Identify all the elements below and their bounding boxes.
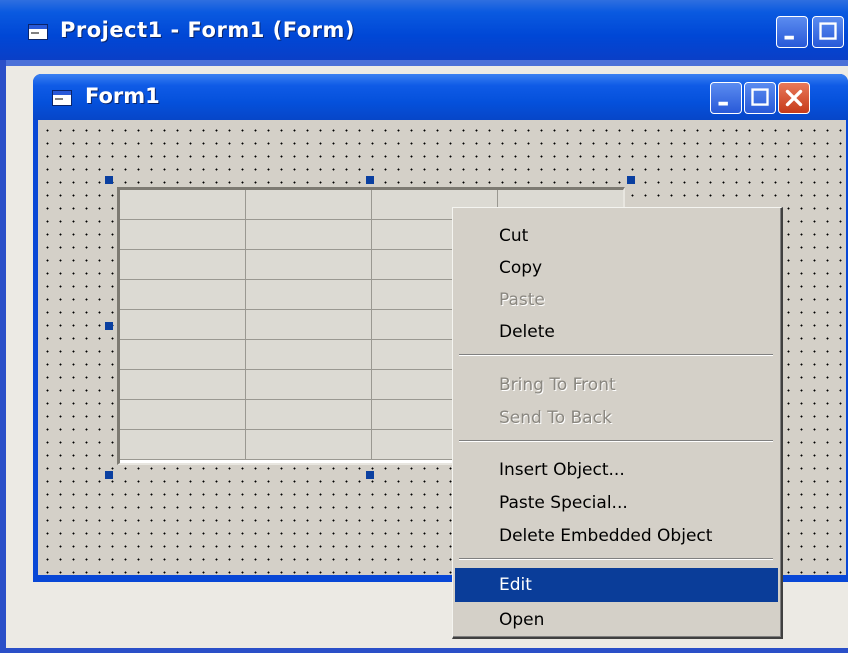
menu-item-send-to-back[interactable]: Send To Back bbox=[455, 401, 778, 435]
grid-cell[interactable] bbox=[245, 309, 372, 340]
grid-cell[interactable] bbox=[120, 429, 246, 460]
selection-handle[interactable] bbox=[105, 322, 113, 330]
menu-item-paste[interactable]: Paste bbox=[455, 283, 778, 317]
menu-item-label: Open bbox=[499, 610, 545, 630]
grid-cell[interactable] bbox=[120, 249, 246, 280]
grid-cell[interactable] bbox=[120, 279, 246, 310]
form-icon bbox=[28, 24, 48, 44]
grid-cell[interactable] bbox=[245, 339, 372, 370]
grid-cell[interactable] bbox=[245, 219, 372, 250]
grid-cell[interactable] bbox=[245, 279, 372, 310]
menu-separator bbox=[459, 354, 773, 356]
grid-cell[interactable] bbox=[245, 399, 372, 430]
grid-cell[interactable] bbox=[120, 190, 246, 220]
menu-item-copy[interactable]: Copy bbox=[455, 251, 778, 285]
maximize-icon bbox=[751, 88, 769, 106]
menu-item-label: Cut bbox=[499, 226, 529, 246]
maximize-icon bbox=[819, 22, 837, 40]
form1-title-bar[interactable]: Form1 bbox=[33, 74, 848, 120]
ide-title-bar[interactable]: Project1 - Form1 (Form) bbox=[0, 0, 848, 60]
form1-title: Form1 bbox=[85, 84, 160, 108]
menu-item-label: Paste Special... bbox=[499, 493, 628, 513]
menu-item-label: Insert Object... bbox=[499, 460, 625, 480]
selection-handle[interactable] bbox=[105, 176, 113, 184]
grid-cell[interactable] bbox=[120, 399, 246, 430]
grid-cell[interactable] bbox=[120, 339, 246, 370]
selection-handle[interactable] bbox=[366, 471, 374, 479]
form1-minimize-button[interactable] bbox=[710, 82, 742, 114]
menu-item-label: Edit bbox=[499, 575, 532, 595]
menu-item-paste-special[interactable]: Paste Special... bbox=[455, 486, 778, 520]
menu-item-bring-to-front[interactable]: Bring To Front bbox=[455, 368, 778, 402]
selection-handle[interactable] bbox=[627, 176, 635, 184]
minimize-icon bbox=[784, 35, 794, 40]
menu-item-cut[interactable]: Cut bbox=[455, 219, 778, 253]
form1-maximize-button[interactable] bbox=[744, 82, 776, 114]
grid-cell[interactable] bbox=[120, 309, 246, 340]
grid-cell[interactable] bbox=[245, 190, 372, 220]
window-border bbox=[6, 60, 848, 66]
form-icon bbox=[52, 90, 72, 110]
menu-item-label: Paste bbox=[499, 290, 545, 310]
grid-cell[interactable] bbox=[245, 249, 372, 280]
menu-separator bbox=[459, 558, 773, 560]
window-border bbox=[0, 648, 848, 653]
ide-minimize-button[interactable] bbox=[776, 16, 808, 48]
context-menu: Cut Copy Paste Delete Bring To Front Sen… bbox=[452, 207, 783, 639]
grid-cell[interactable] bbox=[120, 219, 246, 250]
menu-item-label: Bring To Front bbox=[499, 375, 616, 395]
menu-item-open[interactable]: Open bbox=[455, 603, 778, 637]
menu-separator bbox=[459, 440, 773, 442]
grid-cell[interactable] bbox=[120, 369, 246, 400]
menu-item-label: Copy bbox=[499, 258, 543, 278]
grid-cell[interactable] bbox=[245, 429, 372, 460]
close-icon bbox=[785, 89, 803, 107]
menu-item-label: Delete bbox=[499, 322, 555, 342]
selection-handle[interactable] bbox=[105, 471, 113, 479]
menu-item-edit[interactable]: Edit bbox=[455, 568, 778, 602]
menu-item-label: Delete Embedded Object bbox=[499, 526, 713, 546]
menu-item-delete[interactable]: Delete bbox=[455, 315, 778, 349]
menu-item-label: Send To Back bbox=[499, 408, 612, 428]
menu-item-insert-object[interactable]: Insert Object... bbox=[455, 453, 778, 487]
minimize-icon bbox=[718, 101, 728, 106]
ide-title: Project1 - Form1 (Form) bbox=[60, 18, 355, 42]
grid-cell[interactable] bbox=[245, 369, 372, 400]
ide-maximize-button[interactable] bbox=[812, 16, 844, 48]
form1-close-button[interactable] bbox=[778, 82, 810, 114]
menu-item-delete-embedded-object[interactable]: Delete Embedded Object bbox=[455, 519, 778, 553]
selection-handle[interactable] bbox=[366, 176, 374, 184]
